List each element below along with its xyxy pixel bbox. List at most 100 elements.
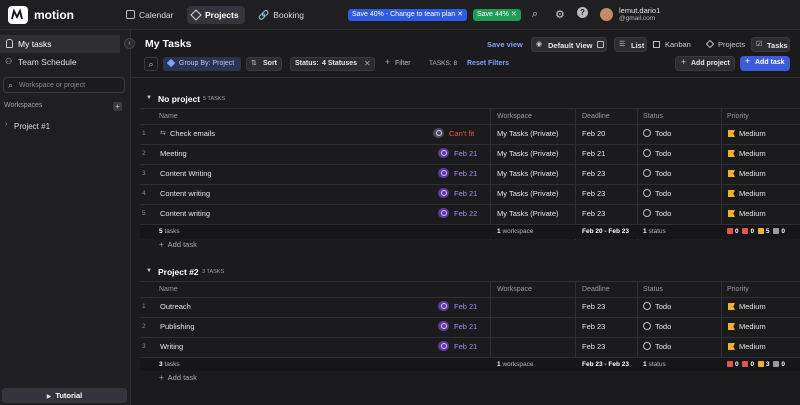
default-view-select[interactable]: ◉ Default View [531, 37, 607, 52]
column-header-name[interactable]: Name [159, 286, 178, 293]
close-icon[interactable]: ✕ [457, 11, 463, 18]
task-deadline[interactable]: Feb 23 [582, 317, 605, 337]
nav-calendar[interactable]: Calendar [122, 6, 178, 24]
column-header-workspace[interactable]: Workspace [497, 286, 532, 293]
view-list-button[interactable]: ☰ List [614, 37, 647, 52]
status-filter-chip[interactable]: Status: 4 Statuses ✕ [290, 57, 375, 71]
task-status[interactable]: Todo [643, 317, 671, 337]
table-row[interactable]: 2 Publishing Feb 21 Feb 23 Todo Medium [140, 317, 800, 337]
save-view-button[interactable]: Save view [487, 40, 523, 49]
search-button[interactable]: ⌕ [144, 57, 158, 71]
scheduled-badge[interactable]: Feb 21 [438, 317, 477, 337]
task-deadline[interactable]: Feb 23 [582, 204, 605, 224]
table-row[interactable]: 1 ⇆ Check emails Can't fit My Tasks (Pri… [140, 124, 800, 144]
column-header-workspace[interactable]: Workspace [497, 113, 532, 120]
add-project-button[interactable]: + Add project [675, 56, 735, 71]
column-header-name[interactable]: Name [159, 113, 178, 120]
filter-button[interactable]: + Filter [384, 57, 416, 71]
add-task-row[interactable]: + Add task [159, 240, 197, 252]
tab-projects[interactable]: Projects [704, 37, 750, 52]
table-row[interactable]: 5 Content writing Feb 22 My Tasks (Priva… [140, 204, 800, 224]
column-header-deadline[interactable]: Deadline [582, 286, 610, 293]
task-workspace[interactable]: My Tasks (Private) [497, 184, 559, 204]
task-deadline[interactable]: Feb 23 [582, 297, 605, 317]
tab-tasks[interactable]: ☑ Tasks [751, 37, 790, 52]
table-row[interactable]: 4 Content writing Feb 21 My Tasks (Priva… [140, 184, 800, 204]
sidebar-item-team-schedule[interactable]: ⚇ Team Schedule [0, 53, 120, 71]
add-task-button[interactable]: + Add task [740, 56, 790, 71]
task-priority[interactable]: Medium [728, 297, 766, 317]
collapse-sidebar-button[interactable]: ‹ [124, 38, 135, 49]
workspace-search-input[interactable]: ⌕ Workspace or project [3, 77, 125, 93]
task-workspace[interactable]: My Tasks (Private) [497, 144, 559, 164]
scheduled-badge[interactable]: Feb 21 [438, 164, 477, 184]
add-task-row[interactable]: + Add task [159, 373, 197, 385]
search-icon[interactable]: ⌕ [532, 8, 538, 21]
task-status[interactable]: Todo [643, 297, 671, 317]
table-row[interactable]: 1 Outreach Feb 21 Feb 23 Todo Medium [140, 297, 800, 317]
scheduled-badge[interactable]: Feb 21 [438, 297, 477, 317]
scheduled-badge[interactable]: Feb 21 [438, 144, 477, 164]
task-status[interactable]: Todo [643, 337, 671, 357]
tutorial-button[interactable]: ▶ Tutorial [2, 388, 127, 403]
task-status[interactable]: Todo [643, 164, 671, 184]
promo-team-plan[interactable]: Save 40% - Change to team plan ✕ [348, 9, 467, 21]
task-priority[interactable]: Medium [728, 164, 766, 184]
task-deadline[interactable]: Feb 20 [582, 124, 605, 144]
scheduled-badge[interactable]: Feb 21 [438, 337, 477, 357]
view-kanban-button[interactable]: Kanban [651, 37, 696, 52]
reset-filters-button[interactable]: Reset Filters [467, 60, 509, 67]
copy-icon[interactable] [597, 41, 604, 48]
nav-booking[interactable]: 🔗 Booking [254, 6, 308, 24]
add-workspace-button[interactable]: + [113, 102, 122, 111]
task-workspace[interactable]: My Tasks (Private) [497, 124, 559, 144]
table-row[interactable]: 2 Meeting Feb 21 My Tasks (Private) Feb … [140, 144, 800, 164]
task-status[interactable]: Todo [643, 184, 671, 204]
task-name[interactable]: Content writing [160, 204, 210, 224]
group-toggle-chevron-icon[interactable]: ▼ [146, 95, 152, 101]
promo-save[interactable]: Save 44% ✕ [473, 9, 521, 21]
task-priority[interactable]: Medium [728, 317, 766, 337]
column-header-priority[interactable]: Priority [727, 286, 749, 293]
task-priority[interactable]: Medium [728, 184, 766, 204]
sidebar-item-my-tasks[interactable]: My tasks [0, 35, 120, 53]
task-name[interactable]: Content writing [160, 184, 210, 204]
column-header-priority[interactable]: Priority [727, 113, 749, 120]
task-priority[interactable]: Medium [728, 337, 766, 357]
table-row[interactable]: 3 Writing Feb 21 Feb 23 Todo Medium [140, 337, 800, 357]
task-name[interactable]: Writing [160, 337, 183, 357]
gear-icon[interactable]: ⚙ [555, 8, 565, 21]
task-name[interactable]: Publishing [160, 317, 195, 337]
group-by-button[interactable]: Group By: Project [163, 57, 241, 71]
task-priority[interactable]: Medium [728, 204, 766, 224]
column-header-deadline[interactable]: Deadline [582, 113, 610, 120]
close-icon[interactable]: ✕ [511, 11, 517, 18]
task-name[interactable]: Check emails [170, 124, 215, 144]
column-header-status[interactable]: Status [643, 113, 663, 120]
table-row[interactable]: 3 Content Writing Feb 21 My Tasks (Priva… [140, 164, 800, 184]
close-icon[interactable]: ✕ [364, 59, 371, 68]
cant-fit-badge[interactable]: Can't fit [433, 124, 474, 144]
group-toggle-chevron-icon[interactable]: ▼ [146, 268, 152, 274]
avatar[interactable] [600, 8, 613, 21]
nav-projects[interactable]: Projects [187, 6, 245, 24]
sort-button[interactable]: ⇅ Sort [246, 57, 282, 71]
task-name[interactable]: Outreach [160, 297, 191, 317]
help-icon[interactable]: ? [577, 7, 588, 18]
task-name[interactable]: Meeting [160, 144, 187, 164]
task-priority[interactable]: Medium [728, 124, 766, 144]
task-workspace[interactable]: My Tasks (Private) [497, 164, 559, 184]
task-name[interactable]: Content Writing [160, 164, 212, 184]
task-status[interactable]: Todo [643, 124, 671, 144]
task-workspace[interactable]: My Tasks (Private) [497, 204, 559, 224]
task-deadline[interactable]: Feb 23 [582, 184, 605, 204]
scheduled-badge[interactable]: Feb 21 [438, 184, 477, 204]
task-status[interactable]: Todo [643, 204, 671, 224]
sidebar-item-project1[interactable]: › Project #1 [0, 120, 130, 134]
task-deadline[interactable]: Feb 21 [582, 144, 605, 164]
motion-logo-icon[interactable] [8, 6, 28, 24]
task-status[interactable]: Todo [643, 144, 671, 164]
column-header-status[interactable]: Status [643, 286, 663, 293]
task-deadline[interactable]: Feb 23 [582, 337, 605, 357]
task-deadline[interactable]: Feb 23 [582, 164, 605, 184]
